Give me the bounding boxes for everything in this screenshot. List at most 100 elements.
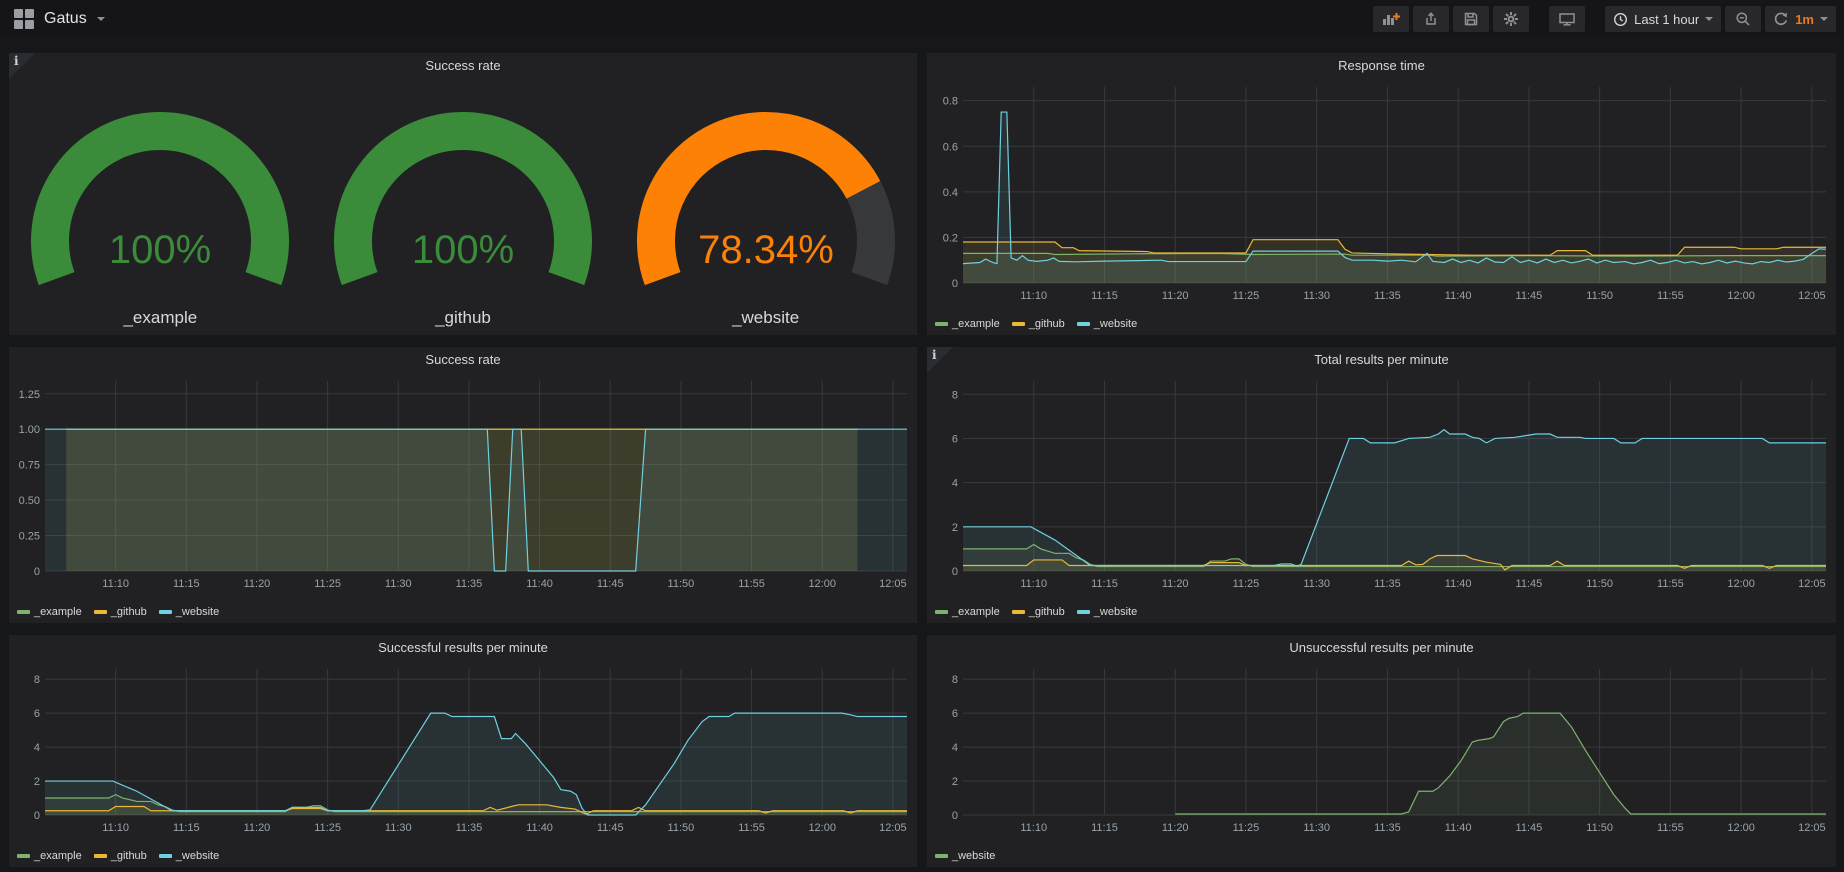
- svg-text:11:55: 11:55: [738, 578, 765, 590]
- svg-text:12:00: 12:00: [1727, 290, 1755, 302]
- svg-text:11:15: 11:15: [1091, 578, 1118, 590]
- legend-item-_github[interactable]: _github: [1012, 606, 1065, 618]
- gauge-label: _example: [15, 308, 305, 328]
- svg-text:2: 2: [952, 776, 958, 788]
- legend-item-_example[interactable]: _example: [935, 318, 1000, 330]
- svg-text:11:15: 11:15: [1091, 822, 1118, 834]
- svg-text:11:45: 11:45: [597, 822, 624, 834]
- svg-text:4: 4: [952, 742, 958, 754]
- svg-text:11:25: 11:25: [1233, 290, 1260, 302]
- svg-text:11:30: 11:30: [385, 822, 412, 834]
- svg-text:11:10: 11:10: [1020, 822, 1047, 834]
- svg-text:11:30: 11:30: [1303, 822, 1330, 834]
- navbar-toolbar: Last 1 hour 1m: [1373, 6, 1836, 32]
- navbar: Gatus: [0, 0, 1844, 38]
- info-corner-icon[interactable]: i: [927, 347, 953, 373]
- svg-text:8: 8: [952, 674, 958, 686]
- info-corner-icon[interactable]: i: [9, 53, 35, 79]
- panel-title[interactable]: Success rate: [9, 53, 917, 79]
- time-range-button[interactable]: Last 1 hour: [1605, 6, 1721, 32]
- panel-title[interactable]: Unsuccessful results per minute: [927, 635, 1836, 661]
- panel-title[interactable]: Total results per minute: [927, 347, 1836, 373]
- chart-response-time[interactable]: 00.20.40.60.811:1011:1511:2011:2511:3011…: [927, 79, 1836, 335]
- legend-item-_example[interactable]: _example: [17, 606, 82, 618]
- svg-text:11:35: 11:35: [1374, 822, 1401, 834]
- gauge-arc: 100%: [318, 91, 608, 303]
- series-swatch-icon: [1077, 610, 1090, 614]
- legend-item-_github[interactable]: _github: [94, 850, 147, 862]
- panel-success-rate-series: Success rate 00.250.500.751.001.2511:101…: [9, 347, 917, 623]
- svg-text:11:35: 11:35: [1374, 290, 1401, 302]
- series-swatch-icon: [1012, 322, 1025, 326]
- panel-total-results: i Total results per minute 0246811:1011:…: [927, 347, 1836, 623]
- svg-text:12:05: 12:05: [1798, 578, 1826, 590]
- chart-legend: _example _github _website: [17, 606, 219, 618]
- svg-text:11:45: 11:45: [1516, 578, 1543, 590]
- svg-text:1.25: 1.25: [19, 389, 40, 401]
- svg-text:0.25: 0.25: [19, 531, 40, 543]
- panel-title[interactable]: Successful results per minute: [9, 635, 917, 661]
- refresh-button[interactable]: 1m: [1765, 6, 1836, 32]
- svg-text:8: 8: [952, 389, 958, 401]
- legend-item-_website[interactable]: _website: [159, 850, 219, 862]
- add-panel-button[interactable]: [1373, 6, 1409, 32]
- dashboards-grid-icon[interactable]: [14, 9, 34, 29]
- series-swatch-icon: [159, 854, 172, 858]
- svg-text:11:50: 11:50: [1586, 822, 1613, 834]
- save-button[interactable]: [1453, 6, 1489, 32]
- gauge-arc: 100%: [15, 91, 305, 303]
- chart-successful-results[interactable]: 0246811:1011:1511:2011:2511:3011:3511:40…: [9, 661, 917, 867]
- svg-text:11:45: 11:45: [1516, 822, 1543, 834]
- svg-text:0.6: 0.6: [943, 141, 958, 153]
- svg-text:0.50: 0.50: [19, 495, 40, 507]
- legend-item-_github[interactable]: _github: [1012, 318, 1065, 330]
- svg-text:0.4: 0.4: [943, 187, 958, 199]
- panel-title[interactable]: Success rate: [9, 347, 917, 373]
- svg-text:0.2: 0.2: [943, 232, 958, 244]
- svg-text:12:05: 12:05: [879, 822, 907, 834]
- legend-item-_website[interactable]: _website: [935, 850, 995, 862]
- settings-button[interactable]: [1493, 6, 1529, 32]
- svg-text:6: 6: [34, 708, 40, 720]
- legend-item-_website[interactable]: _website: [1077, 318, 1137, 330]
- share-button[interactable]: [1413, 6, 1449, 32]
- panel-response-time: Response time 00.20.40.60.811:1011:1511:…: [927, 53, 1836, 335]
- svg-text:0: 0: [952, 810, 958, 822]
- svg-text:11:30: 11:30: [385, 578, 412, 590]
- panel-successful-results: Successful results per minute 0246811:10…: [9, 635, 917, 867]
- svg-text:8: 8: [34, 674, 40, 686]
- series-swatch-icon: [935, 610, 948, 614]
- tv-mode-button[interactable]: [1549, 6, 1585, 32]
- svg-text:11:10: 11:10: [102, 578, 129, 590]
- svg-text:6: 6: [952, 433, 958, 445]
- panel-title[interactable]: Response time: [927, 53, 1836, 79]
- svg-text:0: 0: [952, 278, 958, 290]
- legend-item-_github[interactable]: _github: [94, 606, 147, 618]
- svg-text:11:25: 11:25: [1233, 822, 1260, 834]
- dashboard-title[interactable]: Gatus: [44, 10, 87, 28]
- chevron-down-icon[interactable]: [97, 17, 105, 21]
- svg-text:11:30: 11:30: [1303, 578, 1330, 590]
- svg-text:2: 2: [952, 522, 958, 534]
- legend-item-_website[interactable]: _website: [1077, 606, 1137, 618]
- settings-icon: [1503, 11, 1519, 27]
- svg-text:11:30: 11:30: [1303, 290, 1330, 302]
- chart-legend: _example _github _website: [17, 850, 219, 862]
- svg-text:11:25: 11:25: [1233, 578, 1260, 590]
- legend-item-_example[interactable]: _example: [935, 606, 1000, 618]
- chart-success-rate[interactable]: 00.250.500.751.001.2511:1011:1511:2011:2…: [9, 373, 917, 623]
- svg-text:12:00: 12:00: [808, 578, 836, 590]
- chart-legend: _example _github _website: [935, 606, 1137, 618]
- svg-text:11:20: 11:20: [244, 822, 271, 834]
- series-swatch-icon: [1077, 322, 1090, 326]
- svg-text:11:50: 11:50: [668, 578, 695, 590]
- clock-icon: [1613, 12, 1628, 27]
- chart-total-results[interactable]: 0246811:1011:1511:2011:2511:3011:3511:40…: [927, 373, 1836, 623]
- svg-text:12:00: 12:00: [1727, 822, 1755, 834]
- legend-item-_example[interactable]: _example: [17, 850, 82, 862]
- svg-text:12:05: 12:05: [1798, 290, 1826, 302]
- svg-text:1.00: 1.00: [19, 424, 40, 436]
- chart-unsuccessful-results[interactable]: 0246811:1011:1511:2011:2511:3011:3511:40…: [927, 661, 1836, 867]
- legend-item-_website[interactable]: _website: [159, 606, 219, 618]
- zoom-out-button[interactable]: [1725, 6, 1761, 32]
